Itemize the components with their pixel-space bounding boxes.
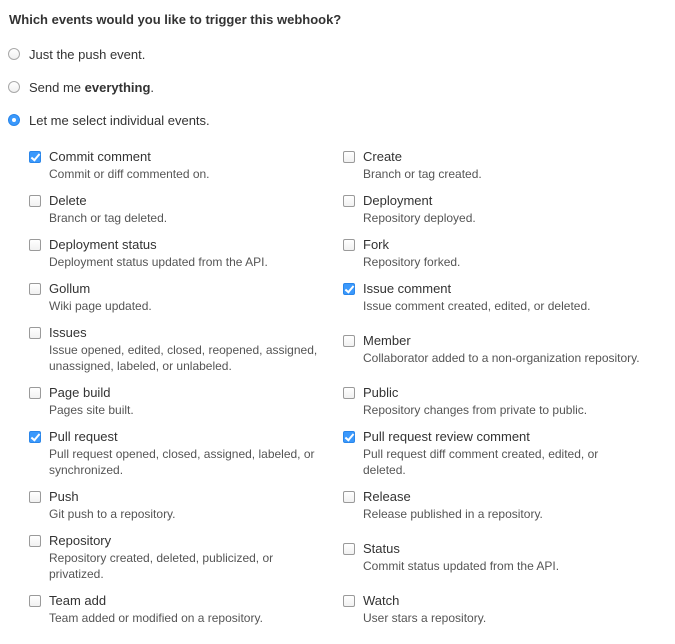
event-title: Repository xyxy=(49,533,112,548)
event-title: Commit comment xyxy=(49,149,151,164)
radio-individual-events[interactable]: Let me select individual events. xyxy=(8,111,210,129)
event-title: Public xyxy=(363,385,399,400)
event-description: Git push to a repository. xyxy=(49,507,176,521)
event-checkbox[interactable] xyxy=(29,239,41,251)
event-description: Pull request opened, closed, assigned, l… xyxy=(49,447,315,477)
radio-button[interactable] xyxy=(8,81,20,93)
event-title: Push xyxy=(49,489,79,504)
event-title: Issues xyxy=(49,325,87,340)
event-release[interactable]: Release Release published in a repositor… xyxy=(343,489,644,522)
event-title: Pull request review comment xyxy=(363,429,530,444)
event-description: Pull request diff comment created, edite… xyxy=(363,447,599,477)
event-checkbox[interactable] xyxy=(29,283,41,295)
event-fork[interactable]: Fork Repository forked. xyxy=(343,237,644,270)
event-status[interactable]: Status Commit status updated from the AP… xyxy=(343,541,644,574)
event-delete[interactable]: Delete Branch or tag deleted. xyxy=(29,193,330,226)
event-description: Pages site built. xyxy=(49,403,134,417)
event-push[interactable]: Push Git push to a repository. xyxy=(29,489,330,522)
webhook-events-question: Which events would you like to trigger t… xyxy=(9,12,342,27)
event-description: Branch or tag deleted. xyxy=(49,211,168,225)
event-title: Create xyxy=(363,149,403,164)
event-description: Deployment status updated from the API. xyxy=(49,255,268,269)
event-team-add[interactable]: Team add Team added or modified on a rep… xyxy=(29,593,330,626)
event-description: Issue opened, edited, closed, reopened, … xyxy=(49,343,318,373)
event-deployment[interactable]: Deployment Repository deployed. xyxy=(343,193,644,226)
event-description: Branch or tag created. xyxy=(363,167,482,181)
radio-button[interactable] xyxy=(8,48,20,60)
event-checkbox[interactable] xyxy=(29,151,41,163)
event-checkbox[interactable] xyxy=(29,387,41,399)
event-description: Issue comment created, edited, or delete… xyxy=(363,299,591,313)
event-checkbox[interactable] xyxy=(343,491,355,503)
event-description: Commit or diff commented on. xyxy=(49,167,210,181)
event-public[interactable]: Public Repository changes from private t… xyxy=(343,385,664,418)
event-title: Page build xyxy=(49,385,111,400)
event-title: Deployment status xyxy=(49,237,157,252)
event-gollum[interactable]: Gollum Wiki page updated. xyxy=(29,281,330,314)
event-checkbox[interactable] xyxy=(29,491,41,503)
event-description: Wiki page updated. xyxy=(49,299,152,313)
event-commit-comment[interactable]: Commit comment Commit or diff commented … xyxy=(29,149,330,182)
radio-label: Send me everything. xyxy=(29,79,155,95)
event-checkbox[interactable] xyxy=(29,431,41,443)
event-title: Deployment xyxy=(363,193,433,208)
event-title: Pull request xyxy=(49,429,118,444)
event-title: Release xyxy=(363,489,411,504)
event-checkbox[interactable] xyxy=(343,595,355,607)
event-description: Commit status updated from the API. xyxy=(363,559,560,573)
event-issues[interactable]: Issues Issue opened, edited, closed, reo… xyxy=(29,325,322,374)
event-description: Repository deployed. xyxy=(363,211,476,225)
event-checkbox[interactable] xyxy=(343,239,355,251)
event-page-build[interactable]: Page build Pages site built. xyxy=(29,385,330,418)
event-watch[interactable]: Watch User stars a repository. xyxy=(343,593,644,626)
event-checkbox[interactable] xyxy=(343,151,355,163)
event-checkbox[interactable] xyxy=(29,595,41,607)
event-checkbox[interactable] xyxy=(343,543,355,555)
event-description: Repository forked. xyxy=(363,255,461,269)
event-issue-comment[interactable]: Issue comment Issue comment created, edi… xyxy=(343,281,644,314)
event-title: Delete xyxy=(49,193,87,208)
event-pull-request[interactable]: Pull request Pull request opened, closed… xyxy=(29,429,322,478)
event-checkbox[interactable] xyxy=(343,387,355,399)
event-deployment-status[interactable]: Deployment status Deployment status upda… xyxy=(29,237,330,270)
event-title: Status xyxy=(363,541,400,556)
event-checkbox[interactable] xyxy=(29,327,41,339)
event-description: Repository changes from private to publi… xyxy=(363,403,588,417)
radio-label: Just the push event. xyxy=(29,46,146,62)
event-title: Fork xyxy=(363,237,389,252)
event-title: Watch xyxy=(363,593,400,608)
event-pull-request-review-comment[interactable]: Pull request review comment Pull request… xyxy=(343,429,609,478)
event-checkbox[interactable] xyxy=(29,195,41,207)
event-description: Repository created, deleted, publicized,… xyxy=(49,551,274,581)
event-description: User stars a repository. xyxy=(363,611,487,625)
event-create[interactable]: Create Branch or tag created. xyxy=(343,149,644,182)
event-checkbox[interactable] xyxy=(343,431,355,443)
event-repository[interactable]: Repository Repository created, deleted, … xyxy=(29,533,300,582)
radio-label: Let me select individual events. xyxy=(29,112,210,128)
event-title: Team add xyxy=(49,593,107,608)
event-title: Issue comment xyxy=(363,281,452,296)
event-description: Collaborator added to a non-organization… xyxy=(363,351,640,365)
event-title: Gollum xyxy=(49,281,91,296)
event-description: Team added or modified on a repository. xyxy=(49,611,263,625)
event-description: Release published in a repository. xyxy=(363,507,543,521)
event-title: Member xyxy=(363,333,411,348)
radio-button[interactable] xyxy=(8,114,20,126)
event-checkbox[interactable] xyxy=(29,535,41,547)
radio-push-only[interactable]: Just the push event. xyxy=(8,45,145,63)
event-checkbox[interactable] xyxy=(343,335,355,347)
event-checkbox[interactable] xyxy=(343,283,355,295)
radio-everything[interactable]: Send me everything. xyxy=(8,78,154,96)
event-member[interactable]: Member Collaborator added to a non-organ… xyxy=(343,333,664,366)
event-checkbox[interactable] xyxy=(343,195,355,207)
